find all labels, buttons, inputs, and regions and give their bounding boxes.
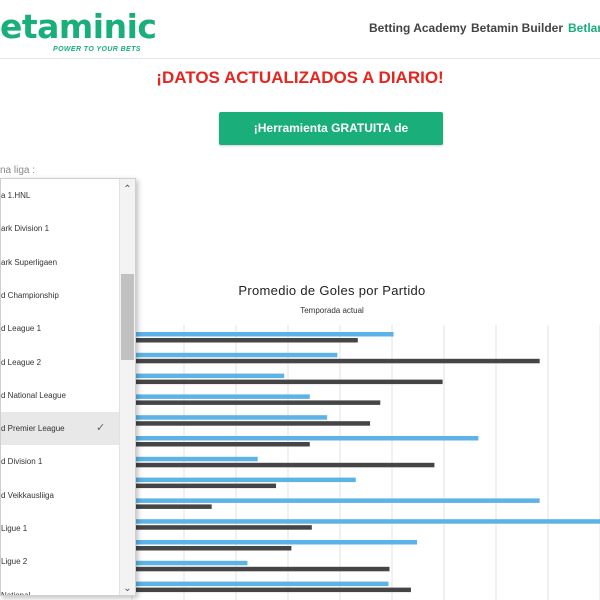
headline: ¡DATOS ACTUALIZADOS A DIARIO! — [156, 68, 444, 87]
league-option[interactable]: d Veikkausliiga — [1, 479, 119, 512]
league-option[interactable]: d League 1 — [1, 312, 119, 345]
league-option[interactable]: d Division 1 — [1, 445, 119, 478]
bar-series-2[interactable] — [132, 504, 212, 509]
bar-series-2[interactable] — [132, 483, 277, 489]
league-option[interactable]: ark Division 1 — [1, 212, 119, 245]
league-option[interactable]: d Championship — [1, 279, 119, 312]
bar-series-2[interactable] — [132, 442, 310, 447]
league-option-label: d League 2 — [1, 357, 42, 367]
bar-series-2[interactable] — [132, 400, 381, 405]
bar-series-2[interactable] — [132, 358, 540, 364]
league-option-label: National — [1, 590, 31, 596]
league-option[interactable]: Ligue 2 — [1, 545, 119, 578]
league-option-label: Ligue 2 — [1, 557, 28, 567]
nav-betting-academy[interactable]: Betting Academy — [369, 21, 467, 35]
league-option[interactable]: National — [1, 579, 119, 596]
league-option[interactable]: ark Superligaen — [1, 246, 119, 279]
league-select-label: na liga : — [0, 165, 36, 176]
bar-series-1[interactable] — [132, 540, 418, 545]
bar-series-2[interactable] — [132, 379, 443, 385]
bar-series-2[interactable] — [132, 566, 390, 572]
bar-series-2[interactable] — [132, 525, 312, 530]
league-option-label: a 1.HNL — [1, 191, 31, 200]
bar-series-1[interactable] — [132, 332, 394, 337]
site-header: etaminic POWER TO YOUR BETS Betting Acad… — [0, 0, 600, 59]
logo-text: etaminic — [0, 7, 157, 46]
league-option-label: d Championship — [1, 290, 59, 300]
league-option[interactable]: d Premier League ✓ — [1, 412, 119, 446]
league-option[interactable]: Ligue 1 — [1, 512, 119, 545]
league-option-label: d League 1 — [1, 324, 42, 334]
chevron-up-icon[interactable]: ⌃ — [120, 184, 135, 195]
league-option[interactable]: a 1.HNL — [1, 179, 119, 212]
bar-series-1[interactable] — [132, 456, 258, 462]
league-option-label: d National League — [1, 390, 66, 400]
free-tool-button[interactable]: ¡Herramienta GRATUITA de estadísticas! — [219, 112, 443, 168]
bar-series-1[interactable] — [132, 373, 285, 379]
bar-series-1[interactable] — [132, 477, 356, 483]
check-icon: ✓ — [96, 422, 106, 435]
league-option-label: d Division 1 — [1, 457, 43, 467]
bar-series-2[interactable] — [132, 546, 292, 551]
league-option[interactable]: d National League — [1, 379, 119, 412]
bar-series-1[interactable] — [132, 394, 310, 399]
chevron-down-icon[interactable]: ⌄ — [120, 583, 135, 594]
bar-series-1[interactable] — [132, 436, 479, 441]
league-option[interactable]: d League 2 — [1, 346, 119, 379]
nav-betamin-builder[interactable]: Betamin Builder — [471, 21, 563, 35]
bar-series-1[interactable] — [132, 560, 248, 566]
bar-series-2[interactable] — [132, 587, 411, 593]
league-option-label: d Veikkausliiga — [1, 490, 54, 500]
league-dropdown[interactable]: a 1.HNL ark Division 1 ark Superligaen d Ch… — [0, 178, 136, 596]
dropdown-scrollbar[interactable]: ⌃ ⌄ — [119, 179, 135, 595]
bar-series-2[interactable] — [132, 421, 371, 426]
scrollbar-thumb[interactable] — [121, 274, 134, 360]
bar-series-1[interactable] — [132, 519, 600, 524]
league-option-label: d Premier League — [1, 424, 65, 434]
betaminic-logo[interactable]: etaminic POWER TO YOUR BETS — [0, 7, 157, 54]
nav-betlan[interactable]: Betlan — [568, 21, 600, 35]
bar-series-1[interactable] — [132, 581, 389, 587]
bar-series-1[interactable] — [132, 415, 328, 420]
bar-series-2[interactable] — [132, 338, 358, 343]
league-option-label: Ligue 1 — [1, 524, 28, 533]
league-option-label: ark Superligaen — [1, 257, 58, 267]
logo-tagline: POWER TO YOUR BETS — [53, 46, 141, 53]
bar-series-1[interactable] — [132, 498, 540, 503]
league-option-label: ark Division 1 — [1, 224, 50, 234]
bar-series-2[interactable] — [132, 462, 435, 468]
bar-series-1[interactable] — [132, 352, 338, 358]
